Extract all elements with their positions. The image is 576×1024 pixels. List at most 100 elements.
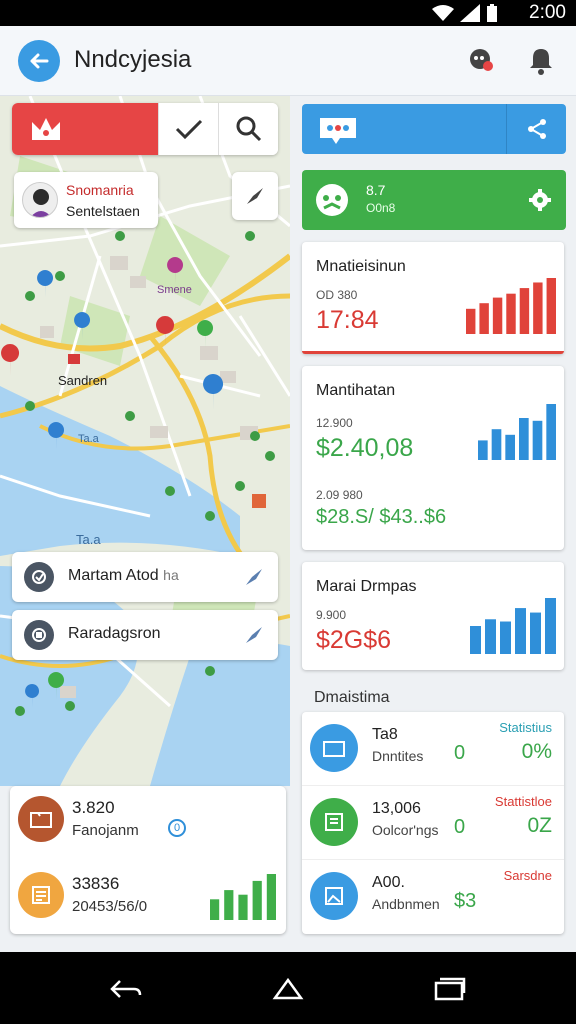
stat-bar-chart [466,278,556,334]
navigate-icon[interactable] [244,625,264,645]
list-percent: 0Z [527,814,552,837]
list-sub: Oolcor'ngs [372,822,439,838]
poi-label: Smene [157,284,192,296]
list-percent: 0% [521,740,552,763]
chat-button[interactable] [464,44,498,78]
folder-icon [18,796,64,842]
stat-bar [492,297,503,334]
stats-list: Ta8 Dnntites 0 Statistius 0% 13,006 Oolc… [302,712,564,934]
summary-mini-chart [210,874,276,920]
stat-bar [470,626,481,654]
check-button[interactable] [158,103,218,155]
map-label-sandren: Sandren [58,373,108,388]
status-time: 2:00 [529,2,566,23]
stat-small: OD 380 [316,288,358,302]
list-item[interactable]: Ta8 Dnntites 0 Statistius 0% [302,712,564,786]
stat-bar [530,612,541,654]
app-bar: Nndcyjesia [0,26,576,96]
settings-gear-icon[interactable] [528,188,552,212]
stat-bar [505,434,515,460]
notification-button[interactable] [524,44,558,78]
status-bar: 2:00 [0,0,576,26]
summary-badge: 0 [168,819,186,837]
summary-bar [210,899,220,920]
stat-bar [519,418,529,460]
green-card-line1: 8.7 [366,182,386,198]
stat-card[interactable]: Mantihatan 12.900 $2.40,08 2.09 980 $28.… [302,366,564,550]
navigate-icon[interactable] [244,567,264,587]
list-value: Ta8 [372,726,398,743]
stat-big: 17:84 [316,306,379,334]
stat-small: 12.900 [316,416,353,430]
battery-icon [487,4,497,22]
summary-row[interactable]: 33836 20453/56/0 [10,862,286,932]
list-sub: Dnntites [372,748,424,764]
bell-icon [530,49,552,75]
share-icon [527,119,546,139]
stat-title: Marai Drmpas [316,578,417,595]
stat-card[interactable]: Marai Drmpas 9.900 $2G$6 [302,562,564,670]
back-nav-button[interactable] [106,974,146,1004]
list-value: A00. [372,874,405,891]
map-layer-button[interactable] [12,103,158,155]
back-button[interactable] [18,40,60,82]
list-item[interactable]: A00. Andbnmen $3 Sarsdne [302,860,564,934]
stat-big: $2G$6 [316,626,392,654]
place-subtitle: Sentelstaen [66,203,140,219]
stat-bar-chart [478,404,556,460]
list-sub: Andbnmen [372,896,440,912]
place-card[interactable]: Snomanria Sentelstaen [14,172,158,228]
page-title: Nndcyjesia [74,46,192,73]
chat-bubble-icon [320,118,356,144]
summary-bar [224,890,234,920]
stat-title: Mnatieisinun [316,258,406,275]
home-nav-button[interactable] [268,974,308,1004]
header-card-blue[interactable] [302,104,566,154]
stat-bar [515,608,526,654]
stat-title: Mantihatan [316,382,396,399]
arrow-left-icon [30,53,49,69]
search-button[interactable] [218,103,278,155]
summary-value: 33836 [72,874,120,893]
summary-bar [266,874,276,920]
list-count: $3 [454,890,477,912]
stat-small-secondary: 2.09 980 [316,488,363,502]
image-icon [310,872,358,920]
summary-row[interactable]: 3.820 Fanojanm 0 [10,786,286,856]
list-item[interactable]: 13,006 Oolcor'ngs 0 Stattistloe 0Z [302,786,564,860]
stat-bar [546,278,556,334]
stat-bar-chart [470,598,556,654]
summary-card: 3.820 Fanojanm 0 33836 20453/56/0 [10,786,286,934]
pin-button[interactable] [232,172,278,220]
search-icon [236,116,261,142]
stat-small: 9.900 [316,608,347,622]
route-icon [24,562,54,592]
list-value: 13,006 [372,800,421,817]
share-button[interactable] [506,104,566,154]
stat-big: $2.40,08 [316,434,414,462]
route-label: Martam Atod ha [68,567,179,584]
chat-icon [470,49,493,71]
stat-bar [466,308,476,334]
stat-bar [491,429,502,460]
route-label: Raradagsron [68,625,161,642]
route-item[interactable]: Raradagsron [12,610,278,660]
green-card-line2: O0n8 [366,201,396,215]
route-icon [24,620,54,650]
section-label: Dmaistima [314,689,390,706]
home-icon [272,977,304,1000]
stat-bar [500,621,511,654]
list-tag: Sarsdne [503,868,552,883]
summary-sub: Fanojanm [72,822,139,839]
stat-bar [506,293,516,334]
document-icon [310,798,358,846]
stat-card[interactable]: Mnatieisinun OD 380 17:84 [302,242,564,354]
folder-icon [310,724,358,772]
route-item[interactable]: Martam Atod ha [12,552,278,602]
stat-bar [485,619,496,654]
stat-bar [545,598,556,654]
recents-nav-button[interactable] [430,974,470,1004]
map-toolbar [12,103,278,155]
header-card-green[interactable]: 8.7 O0n8 [302,170,566,230]
robot-icon [316,184,348,216]
